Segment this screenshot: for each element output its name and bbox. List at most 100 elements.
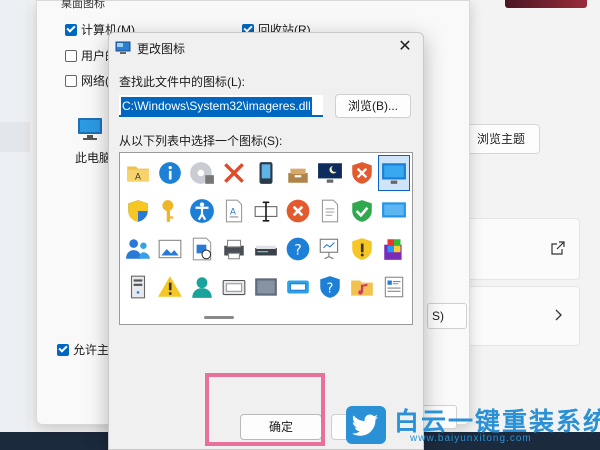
icon-cell[interactable]	[154, 193, 186, 229]
this-pc-label: 此电脑	[75, 151, 112, 165]
watermark: 白云一键重装系统 www.baiyunxitong.com	[346, 404, 600, 448]
icon-cell[interactable]: ?	[314, 269, 346, 305]
icon-cell[interactable]	[378, 269, 410, 305]
shield-x-icon	[352, 162, 372, 184]
accessibility-icon	[190, 199, 214, 223]
icon-cell[interactable]	[154, 269, 186, 305]
svg-text:A: A	[135, 173, 141, 183]
icon-cell[interactable]	[218, 269, 250, 305]
ok-highlight-box	[205, 373, 325, 446]
cd-drive-icon	[190, 162, 214, 184]
theme-thumbnail[interactable]	[505, 0, 587, 8]
checkbox-label: 允许主	[73, 343, 110, 357]
info-icon	[159, 162, 181, 184]
icon-cell[interactable]	[282, 193, 314, 229]
icon-cell[interactable]	[250, 155, 282, 191]
icon-cell[interactable]	[122, 269, 154, 305]
icon-cell[interactable]: ?	[282, 231, 314, 267]
shield-check-icon	[352, 200, 372, 222]
icon-cell[interactable]	[218, 155, 250, 191]
icon-cell[interactable]	[346, 269, 378, 305]
screen-blue-icon	[382, 202, 406, 218]
projector-icon	[319, 238, 339, 260]
icon-cell[interactable]	[282, 155, 314, 191]
help-circle-icon: ?	[286, 237, 310, 261]
icon-cell[interactable]	[122, 231, 154, 267]
scanner-icon	[255, 245, 277, 256]
icon-cell[interactable]	[314, 193, 346, 229]
monitor-moon-icon	[318, 163, 342, 183]
error-circle-icon	[286, 199, 310, 223]
red-x-icon	[224, 163, 244, 183]
icon-cell[interactable]	[250, 231, 282, 267]
checkbox-checked-icon	[57, 343, 69, 356]
icon-list-label: 从以下列表中选择一个图标(S):	[119, 134, 283, 148]
svg-text:?: ?	[294, 242, 301, 258]
document-a-icon: A	[225, 199, 243, 223]
icon-cell[interactable]	[186, 231, 218, 267]
folder-a-icon: A	[127, 166, 149, 183]
find-icons-label: 查找此文件中的图标(L):	[119, 75, 246, 89]
settings-nav-strip	[0, 0, 30, 450]
textbox-icon	[254, 201, 278, 222]
icon-cell[interactable]	[282, 269, 314, 305]
icon-cell[interactable]	[154, 231, 186, 267]
server-tower-icon	[130, 275, 146, 299]
icon-cell[interactable]	[346, 231, 378, 267]
icon-cell[interactable]	[378, 231, 410, 267]
icon-cell[interactable]	[154, 155, 186, 191]
nav-selected-indicator	[0, 122, 30, 152]
blank-page-icon	[321, 199, 339, 223]
close-icon[interactable]: ✕	[395, 37, 415, 57]
allow-theme-checkbox[interactable]: 允许主	[57, 341, 109, 358]
card-reader-icon	[222, 279, 246, 296]
key-icon	[162, 200, 174, 222]
horizontal-scrollbar[interactable]	[204, 316, 234, 319]
user-icon	[192, 277, 212, 298]
drive-box-icon	[288, 168, 308, 183]
bird-logo-icon	[346, 406, 386, 444]
icon-cell[interactable]	[218, 231, 250, 267]
hard-drive-icon	[255, 278, 277, 296]
icon-cell[interactable]	[314, 231, 346, 267]
music-folder-icon	[351, 280, 373, 296]
checkbox-label: 网络(	[81, 74, 109, 88]
icon-cell[interactable]: A	[122, 155, 154, 191]
document-list-icon	[384, 276, 404, 298]
dialog-title: 更改图标	[137, 41, 186, 56]
dialog-titlebar: 更改图标	[115, 38, 415, 58]
icon-cell[interactable]: A	[218, 193, 250, 229]
icon-file-path-input[interactable]: C:\Windows\System32\imageres.dll	[119, 95, 323, 117]
icon-cell[interactable]	[346, 155, 378, 191]
icon-cell[interactable]	[186, 269, 218, 305]
icon-cell[interactable]	[250, 193, 282, 229]
icon-cell[interactable]	[122, 193, 154, 229]
windows-install-icon	[384, 239, 402, 260]
users-icon	[126, 239, 150, 259]
checkbox-checked-icon	[65, 23, 77, 36]
icon-cell[interactable]	[186, 155, 218, 191]
external-link-icon	[551, 241, 565, 255]
icon-list[interactable]: A A??	[119, 152, 413, 325]
this-pc-icon[interactable]	[77, 117, 103, 141]
icon-cell[interactable]	[346, 193, 378, 229]
checkbox-unchecked-icon	[65, 49, 77, 62]
doc-picture-icon	[192, 237, 212, 261]
network-checkbox[interactable]: 网络(	[65, 72, 109, 89]
printer-small-icon	[224, 239, 244, 260]
browse-button[interactable]: 浏览(B)...	[335, 94, 411, 118]
browse-themes-button[interactable]: 浏览主题	[462, 124, 540, 154]
watermark-url: www.baiyunxitong.com	[410, 433, 532, 444]
icon-cell[interactable]	[378, 155, 410, 191]
icon-cell[interactable]	[186, 193, 218, 229]
dialog-app-icon	[115, 41, 131, 54]
icon-cell[interactable]	[378, 193, 410, 229]
icon-cell[interactable]	[314, 155, 346, 191]
file-path-text: C:\Windows\System32\imageres.dll	[121, 97, 312, 115]
shield-uac-icon	[128, 200, 148, 222]
monitor-disk-icon	[287, 280, 309, 294]
monitor-selected-icon	[382, 163, 406, 184]
icon-cell[interactable]	[250, 269, 282, 305]
svg-text:A: A	[230, 207, 236, 217]
restore-default-button[interactable]: S)	[427, 303, 467, 329]
